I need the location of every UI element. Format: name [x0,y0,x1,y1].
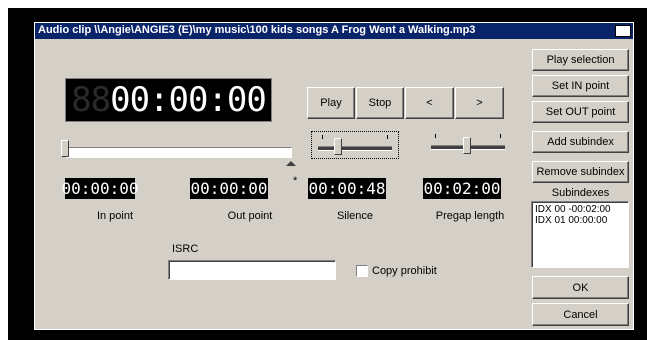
silence-display: 00:00:48 [308,178,386,199]
remove-subindex-button[interactable]: Remove subindex [532,161,629,183]
play-selection-button[interactable]: Play selection [532,49,629,71]
add-subindex-button[interactable]: Add subindex [532,131,629,153]
main-time-ghost: 88 [71,80,111,120]
subindex-list[interactable]: IDX 00 -00:02:00 IDX 01 00:00:00 [531,201,629,268]
list-item[interactable]: IDX 01 00:00:00 [535,215,625,226]
position-track[interactable] [65,147,292,158]
window-title: Audio clip \\Angie\ANGIE3 (E)\my music\1… [38,24,476,36]
next-button[interactable]: > [455,87,504,119]
silence-label: Silence [336,210,374,222]
close-icon[interactable] [615,25,631,37]
balance-slider[interactable] [425,131,513,159]
volume-slider-track [318,146,392,151]
set-in-point-button[interactable]: Set IN point [532,75,629,97]
isrc-input[interactable] [168,260,336,280]
position-end-marker-icon [286,161,296,166]
out-point-value: 00:00:00 [190,179,268,198]
ok-button[interactable]: OK [532,276,629,299]
slider-tick [322,135,323,139]
volume-slider-thumb[interactable] [334,138,342,155]
balance-slider-thumb[interactable] [463,137,471,154]
title-bar[interactable]: Audio clip \\Angie\ANGIE3 (E)\my music\1… [35,23,633,39]
slider-tick [435,134,436,138]
audio-clip-dialog: Audio clip \\Angie\ANGIE3 (E)\my music\1… [34,22,634,330]
volume-slider[interactable] [311,131,399,159]
position-slider-thumb[interactable] [61,140,69,157]
subindexes-label: Subindexes [551,187,610,199]
prev-button[interactable]: < [405,87,454,119]
main-time-display: 88 00:00:00 [65,78,272,122]
isrc-label: ISRC [172,243,199,255]
out-point-label: Out point [227,210,273,222]
play-button[interactable]: Play [307,87,355,119]
pregap-label: Pregap length [435,210,505,222]
list-item[interactable]: IDX 00 -00:02:00 [535,204,625,215]
copy-prohibit-label: Copy prohibit [372,265,437,277]
pregap-display: 00:02:00 [423,178,501,199]
in-point-display: 00:00:00 [61,178,139,199]
slider-tick [387,135,388,139]
out-point-marker: * [293,175,298,187]
out-point-display: 00:00:00 [190,178,268,199]
in-point-value: 00:00:00 [61,179,139,198]
set-out-point-button[interactable]: Set OUT point [532,101,629,123]
stop-button[interactable]: Stop [356,87,404,119]
in-point-label: In point [96,210,134,222]
main-time-value: 00:00:00 [110,80,267,120]
pregap-value: 00:02:00 [423,179,501,198]
copy-prohibit-checkbox[interactable] [356,265,368,277]
slider-tick [500,134,501,138]
silence-value: 00:00:48 [308,179,386,198]
cancel-button[interactable]: Cancel [532,303,629,326]
